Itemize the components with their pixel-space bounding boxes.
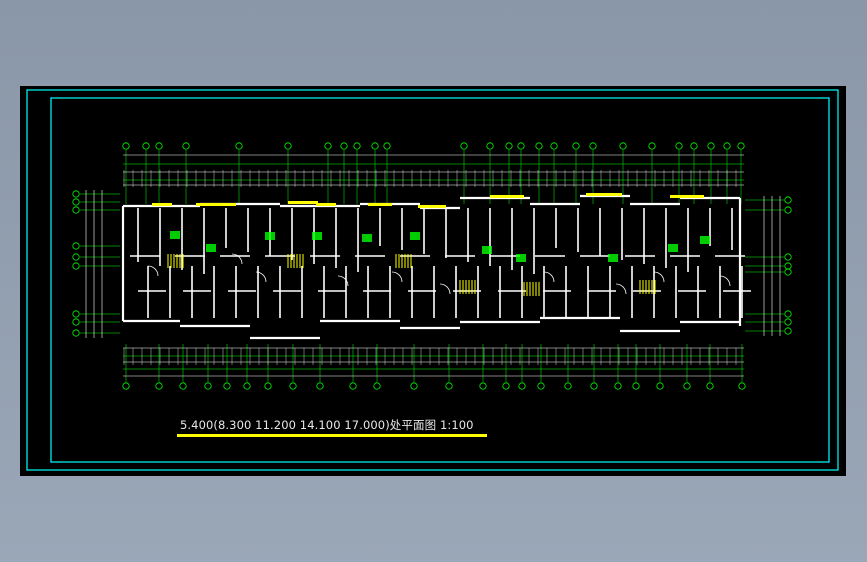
axis-bubble-top [122,142,130,150]
axis-bubble-top [572,142,580,150]
room-label [482,246,492,254]
room-label [265,232,275,240]
window [288,201,318,204]
axis-bubble-bottom [502,382,510,390]
axis-bubble-top [460,142,468,150]
axis-bubble-top [648,142,656,150]
axis-bubble-bottom [204,382,212,390]
axis-bubble-top [619,142,627,150]
axis-bubble-bottom [738,382,746,390]
axis-bubble-left [72,253,80,261]
window [316,203,336,206]
window [418,205,446,208]
axis-bubble-bottom [445,382,453,390]
axis-bubble-bottom [706,382,714,390]
axis-bubble-bottom [537,382,545,390]
axis-bubble-right [784,268,792,276]
room-label [700,236,710,244]
axis-bubble-top [340,142,348,150]
cad-viewport[interactable]: 5.400(8.300 11.200 14.100 17.000)处平面图 1:… [20,86,846,476]
axis-bubble-bottom [289,382,297,390]
axis-bubble-top [182,142,190,150]
axis-bubble-top [535,142,543,150]
axis-bubble-left [72,206,80,214]
window [368,203,392,206]
room-label [516,254,526,262]
room-label [362,234,372,242]
axis-bubble-top [690,142,698,150]
axis-bubble-right [784,262,792,270]
axis-bubble-left [72,262,80,270]
axis-bubble-top [155,142,163,150]
axis-bubble-top [383,142,391,150]
axis-bubble-bottom [590,382,598,390]
window [670,195,704,198]
axis-bubble-bottom [122,382,130,390]
axis-bubble-bottom [656,382,664,390]
axis-bubble-left [72,190,80,198]
title-underline [177,434,487,437]
axis-bubble-top [675,142,683,150]
room-label [668,244,678,252]
axis-bubble-right [784,327,792,335]
axis-bubble-right [784,206,792,214]
window [152,203,172,206]
axis-bubble-right [784,310,792,318]
door-arc [147,265,159,277]
window [196,203,236,206]
axis-bubble-top [589,142,597,150]
axis-bubble-bottom [316,382,324,390]
axis-bubble-bottom [179,382,187,390]
axis-bubble-left [72,329,80,337]
axis-bubble-top [550,142,558,150]
axis-bubble-top [505,142,513,150]
axis-bubble-bottom [683,382,691,390]
axis-bubble-bottom [410,382,418,390]
door-arc [615,283,627,295]
window [586,193,622,196]
axis-bubble-top [486,142,494,150]
inner-frame [50,97,830,463]
axis-bubble-bottom [632,382,640,390]
axis-bubble-bottom [264,382,272,390]
axis-bubble-top [707,142,715,150]
axis-bubble-left [72,242,80,250]
door-arc [391,271,403,283]
room-label [410,232,420,240]
axis-bubble-bottom [373,382,381,390]
axis-bubble-bottom [479,382,487,390]
drawing-title: 5.400(8.300 11.200 14.100 17.000)处平面图 1:… [180,418,474,432]
axis-bubble-top [142,142,150,150]
axis-bubble-top [353,142,361,150]
door-arc [719,275,731,287]
axis-bubble-bottom [564,382,572,390]
axis-bubble-bottom [518,382,526,390]
door-arc [439,283,451,295]
room-label [312,232,322,240]
axis-bubble-bottom [223,382,231,390]
room-label [206,244,216,252]
axis-bubble-top [371,142,379,150]
axis-bubble-bottom [349,382,357,390]
axis-bubble-top [517,142,525,150]
axis-bubble-left [72,198,80,206]
axis-bubble-bottom [243,382,251,390]
axis-bubble-bottom [614,382,622,390]
axis-bubble-right [784,253,792,261]
axis-bubble-top [723,142,731,150]
axis-bubble-left [72,318,80,326]
room-label [608,254,618,262]
axis-bubble-top [737,142,745,150]
window [490,195,524,198]
axis-bubble-bottom [155,382,163,390]
axis-bubble-right [784,318,792,326]
room-label [170,231,180,239]
axis-bubble-left [72,310,80,318]
axis-bubble-top [235,142,243,150]
axis-bubble-top [324,142,332,150]
axis-bubble-right [784,196,792,204]
axis-bubble-top [284,142,292,150]
door-arc [543,271,555,283]
